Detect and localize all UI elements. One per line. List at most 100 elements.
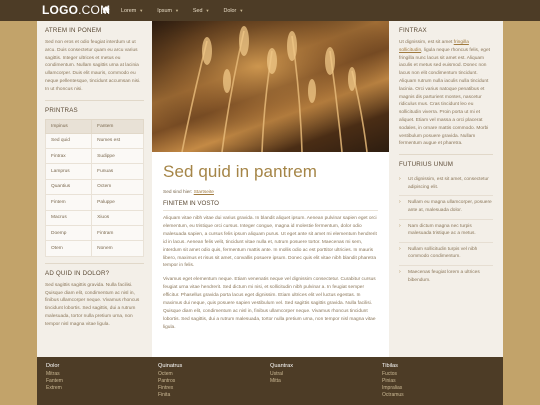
chevron-down-icon: ▼ (174, 8, 179, 13)
chevron-right-icon: › (399, 245, 401, 252)
breadcrumb-prefix: Sed sind hier: (163, 190, 193, 195)
nav-item-sed[interactable]: Sed ▼ (193, 8, 210, 14)
table-row: Fintrax Sudippe (44, 147, 144, 165)
breadcrumb: Sed sind hier: Startseite (163, 190, 378, 195)
section-heading: FINITEM IN VOSTO (163, 200, 378, 211)
table-cell: Doemp (44, 224, 93, 242)
table-row: Sed quid Numes est (44, 132, 144, 149)
main-content: Sed quid in pantrem Sed sind hier: Start… (152, 21, 389, 357)
table-cell: Quantius (44, 178, 93, 196)
left-sidebar: ATREM IN PONEM Sed non eros et odio feug… (37, 21, 152, 357)
nav-label: Lorem (121, 7, 137, 14)
table-cell: Xiuos (91, 209, 144, 226)
page-container: ATREM IN PONEM Sed non eros et odio feug… (37, 21, 503, 357)
table-cell: Numes est (91, 132, 144, 149)
divider (45, 99, 144, 101)
wheat-illustration (152, 21, 389, 152)
column-header: Impinus (44, 118, 93, 134)
list-item: › Nam dictum magna nec turpis malesuada t… (399, 220, 493, 243)
footer-heading: Quinatrus (158, 363, 183, 369)
footer-heading: Tibilas (382, 363, 398, 369)
footer-link[interactable]: Mitta (270, 378, 293, 385)
chevron-right-icon: › (399, 268, 401, 275)
footer-link[interactable]: Finita (158, 392, 182, 399)
table-cell: Macrus (44, 209, 93, 226)
feature-list: › Ut dignissim, est sit amet, consectetur… (399, 173, 493, 288)
table-row: Lamprus Funuas (44, 163, 144, 180)
footer-heading: Dolor (46, 363, 60, 369)
text-part: Ut dignissim, est sit amet (399, 40, 453, 45)
footer-column: Quantrax Ustral Mitta (270, 363, 293, 385)
chevron-right-icon: › (399, 199, 401, 206)
footer: Dolor Mitras Fantem Extrem Quinatrus Oct… (37, 357, 503, 405)
table-cell: Fintem (44, 194, 93, 211)
body-paragraph: Vivamus eget elementum neque. Etiam vene… (163, 277, 376, 330)
chevron-right-icon: › (399, 176, 401, 183)
footer-link[interactable]: Octem (158, 371, 182, 378)
divider (399, 154, 493, 156)
footer-link[interactable]: Octramus (382, 392, 404, 399)
nav-label: Sed (192, 7, 203, 14)
table-cell: Sed quid (44, 132, 93, 149)
footer-column: Tibilas Fuctos Pinias Impralias Octramus (382, 363, 404, 399)
main-nav: Lorem ▼ Ipsum ▼ Sed ▼ Dolor ▼ (102, 0, 257, 21)
list-item-text: Nullam eu magna ullamcorper, posuere ant… (408, 200, 492, 213)
chevron-right-icon: › (399, 222, 401, 229)
footer-heading: Quantrax (270, 363, 294, 369)
table-cell: Nonem (91, 240, 144, 257)
data-table: Impinus Fantem Sed quid Numes est Fintrax… (44, 118, 144, 257)
table-cell: Otem (44, 240, 93, 257)
body-paragraph: Aliquam vitae nibh vitae dui varius grav… (163, 216, 377, 269)
chevron-down-icon: ▼ (205, 8, 210, 13)
section-text: Sed sagittis sagittis gravida. Nulla fac… (45, 282, 140, 327)
hero-image-wheat (152, 21, 389, 152)
table-cell: Sudippe (91, 147, 144, 165)
logo-bold-text: LOGO (42, 3, 79, 17)
list-item: › Ut dignissim, est sit amet, consectetur… (399, 173, 493, 197)
table-header-row: Impinus Fantem (44, 118, 144, 134)
table-row: Doemp Fintram (44, 224, 144, 242)
home-icon[interactable] (102, 6, 110, 15)
nav-label: Dolor (223, 7, 237, 14)
nav-label: Ipsum (157, 7, 172, 14)
table-row: Fintem Paluppe (44, 194, 144, 211)
footer-link[interactable]: Extrem (46, 385, 63, 392)
table-cell: Funuas (91, 163, 144, 180)
footer-link[interactable]: Fintrex (158, 385, 182, 392)
table-heading: PRINTRAS (45, 106, 78, 114)
list-item-text: Maecenas feugiat lorem a ultrices bibend… (408, 269, 480, 283)
footer-link[interactable]: Impralias (382, 385, 404, 392)
table-cell: Octem (91, 178, 144, 196)
table-row: Macrus Xiuos (44, 209, 144, 226)
list-item: › Maecenas feugiat lorem a ultrices biben… (399, 266, 493, 288)
table-row: Otem Nonem (44, 240, 144, 257)
table-cell: Paluppe (91, 194, 144, 211)
nav-item-lorem[interactable]: Lorem ▼ (121, 8, 143, 14)
nav-item-dolor[interactable]: Dolor ▼ (223, 8, 243, 14)
divider (45, 262, 144, 264)
footer-link[interactable]: Fantem (46, 378, 63, 385)
logo[interactable]: LOGO.COM (42, 3, 110, 17)
section-heading: ATREM IN PONEM (45, 27, 102, 34)
section-heading: FUTURIUS UNUM (399, 161, 454, 169)
chevron-down-icon: ▼ (139, 8, 144, 13)
table-cell: Fintram (91, 224, 144, 242)
footer-link[interactable]: Pantros (158, 378, 182, 385)
footer-link[interactable]: Ustral (270, 371, 293, 378)
chevron-down-icon: ▼ (239, 8, 244, 13)
right-sidebar: FINTRAX Ut dignissim, est sit amet fring… (389, 21, 503, 357)
breadcrumb-home-link[interactable]: Startseite (194, 190, 214, 195)
list-item-text: Nam dictum magna nec turpis malesuada tr… (408, 223, 476, 237)
list-item: › Nullam eu magna ullamcorper, posuere an… (399, 196, 493, 220)
nav-item-ipsum[interactable]: Ipsum ▼ (157, 8, 179, 14)
page-title: Sed quid in pantrem (163, 162, 318, 181)
top-navbar: LOGO.COM Lorem ▼ Ipsum ▼ Sed ▼ Dolor ▼ (0, 0, 540, 21)
list-item-text: Ut dignissim, est sit amet, consectetur … (408, 177, 489, 190)
column-header: Fantem (91, 118, 144, 134)
footer-link[interactable]: Pinias (382, 378, 404, 385)
text-part: , ligula neque rhoncus felis, eget fring… (399, 47, 490, 147)
footer-link[interactable]: Fuctos (382, 371, 404, 378)
footer-link[interactable]: Mitras (46, 371, 63, 378)
list-item: › Nullam sollicitudin turpis vel nibh com… (399, 243, 493, 266)
section-text: Sed non eros et odio feugiat interdum ut… (45, 40, 141, 92)
